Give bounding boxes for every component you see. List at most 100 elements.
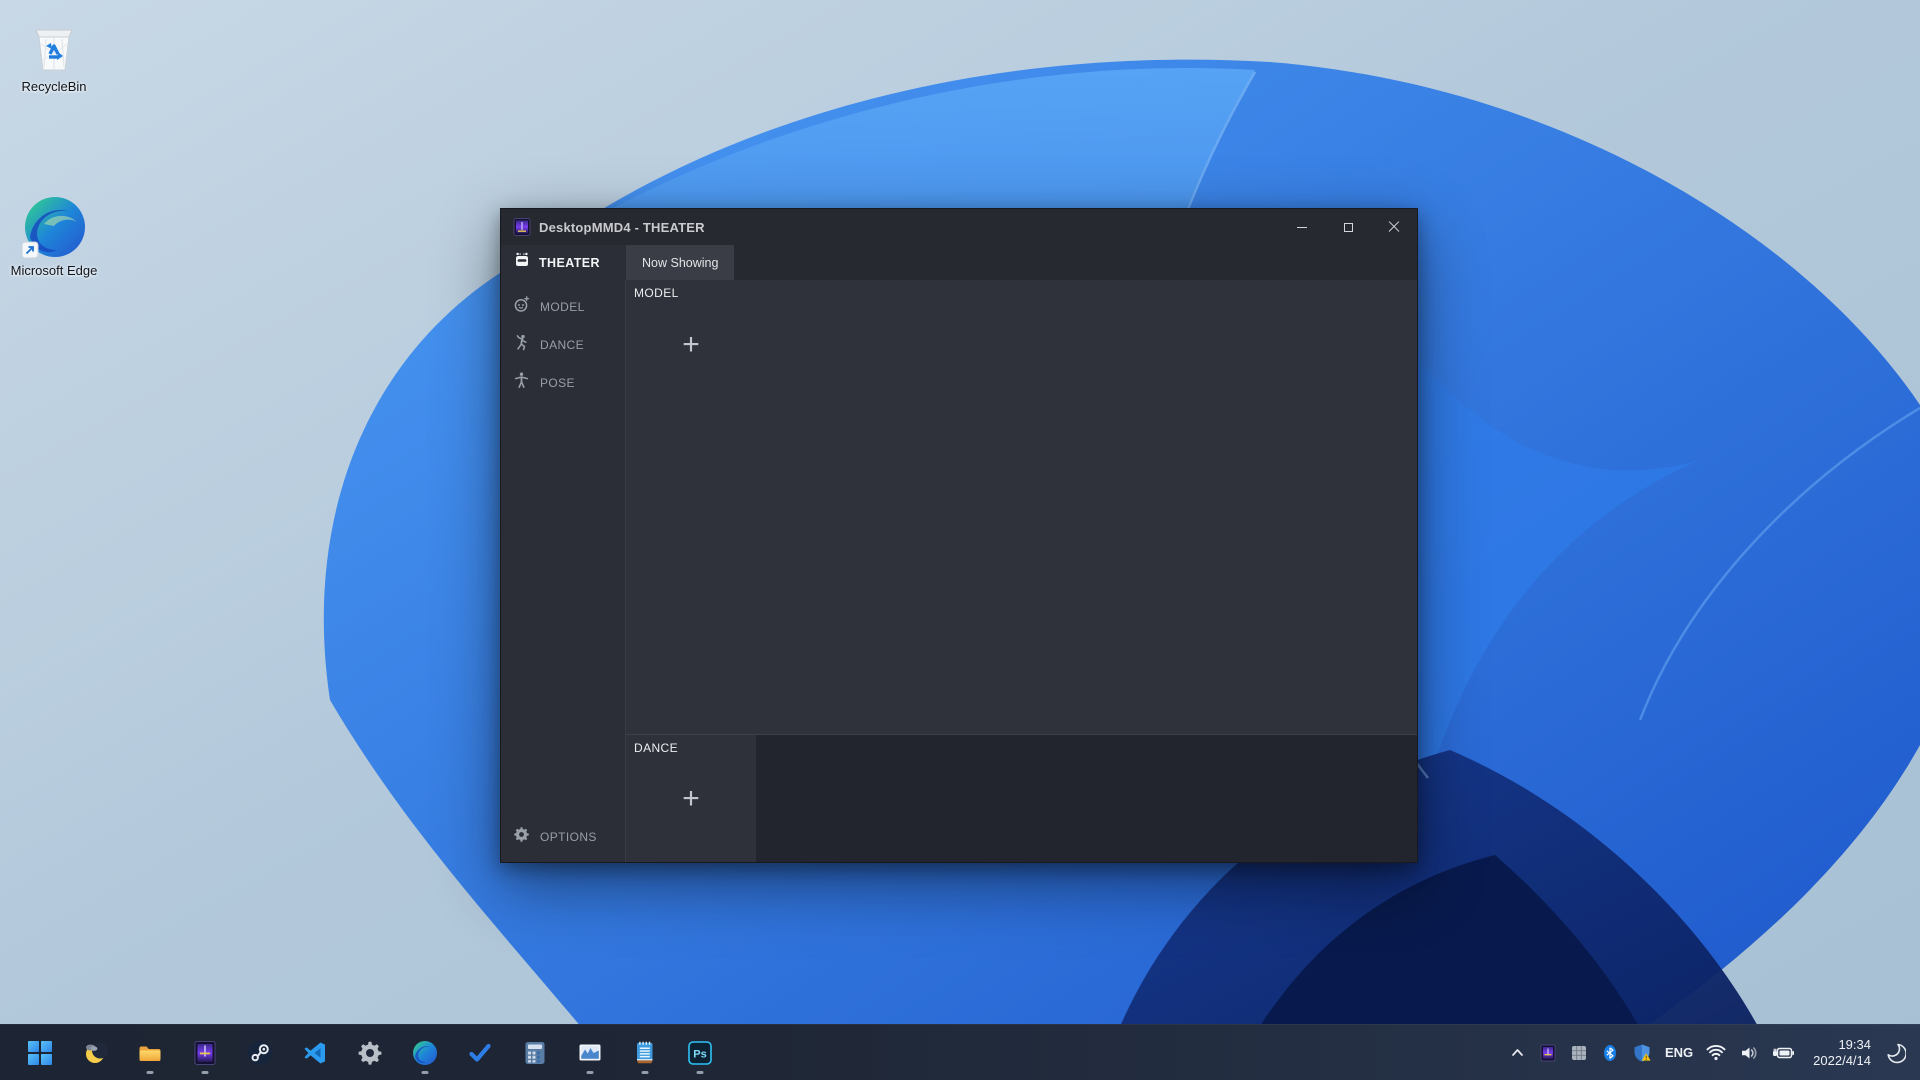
minimize-button[interactable] xyxy=(1279,209,1325,245)
taskbar-clock[interactable]: 19:34 2022/4/14 xyxy=(1813,1037,1871,1069)
maximize-button[interactable] xyxy=(1325,209,1371,245)
desktopmmd-taskbar-button[interactable] xyxy=(183,1029,227,1077)
close-button[interactable] xyxy=(1371,209,1417,245)
minimize-icon xyxy=(1297,226,1307,228)
sidebar-item-dance[interactable]: DANCE xyxy=(501,326,625,364)
steam-icon xyxy=(248,1040,272,1065)
tray-grid-app-icon[interactable] xyxy=(1570,1044,1588,1062)
calculator-button[interactable] xyxy=(513,1029,557,1077)
sidebar-item-label: OPTIONS xyxy=(540,830,597,844)
sidebar-item-pose[interactable]: POSE xyxy=(501,364,625,402)
recycle-bin-icon xyxy=(22,12,86,76)
taskbar: Ps ENG 19:34 2022/4/14 xyxy=(0,1024,1920,1080)
theater-label: THEATER xyxy=(539,255,600,270)
sidebar-item-label: MODEL xyxy=(540,300,585,314)
vscode-icon xyxy=(304,1042,325,1063)
system-tray: ENG 19:34 2022/4/14 xyxy=(1509,1025,1920,1080)
window-tab-row: THEATER Now Showing xyxy=(501,245,1417,280)
blue-checkmark-icon xyxy=(469,1043,491,1062)
sidebar-item-label: POSE xyxy=(540,376,575,390)
tab-now-showing[interactable]: Now Showing xyxy=(626,245,735,280)
tray-bluetooth-icon[interactable] xyxy=(1601,1044,1619,1062)
desktopmmd-window: DesktopMMD4 - THEATER THEATER Now Showin… xyxy=(500,208,1418,863)
dancer-icon xyxy=(513,334,530,356)
crescent-moon-icon xyxy=(1887,1043,1906,1063)
add-model-button[interactable]: + xyxy=(626,280,756,410)
wifi-icon xyxy=(1706,1044,1726,1060)
theater-icon xyxy=(513,251,531,274)
theater-mode-header[interactable]: THEATER xyxy=(501,245,626,280)
photoshop-button[interactable]: Ps xyxy=(678,1029,722,1077)
tray-security-shield-icon[interactable] xyxy=(1632,1043,1652,1063)
gear-icon xyxy=(513,826,530,848)
dance-tile: DANCE + xyxy=(626,735,756,862)
desktopmmd-tray-icon xyxy=(1540,1044,1556,1061)
add-dance-button[interactable]: + xyxy=(626,735,756,862)
settings-button[interactable] xyxy=(348,1029,392,1077)
sidebar-item-model[interactable]: MODEL xyxy=(501,288,625,326)
desktop-icon-recycle-bin[interactable]: RecycleBin xyxy=(6,12,102,94)
tray-chevron-up[interactable] xyxy=(1509,1044,1526,1061)
sidebar-item-options[interactable]: OPTIONS xyxy=(501,818,625,856)
widgets-weather-button[interactable] xyxy=(73,1029,117,1077)
plus-icon: + xyxy=(682,328,700,361)
window-sidebar: MODEL DANCE POSE OPTIONS xyxy=(501,280,626,862)
desktop-icon-label: RecycleBin xyxy=(21,79,87,94)
plus-icon: + xyxy=(682,781,700,815)
svg-text:Ps: Ps xyxy=(693,1048,706,1060)
window-titlebar[interactable]: DesktopMMD4 - THEATER xyxy=(501,209,1417,245)
maximize-icon xyxy=(1343,222,1353,232)
steam-button[interactable] xyxy=(238,1029,282,1077)
desktop-screen: RecycleBin Microsoft Edge DesktopMMD4 - … xyxy=(0,0,1920,1080)
language-indicator[interactable]: ENG xyxy=(1665,1045,1693,1060)
desktop-icon-label: Microsoft Edge xyxy=(10,263,98,278)
speaker-icon xyxy=(1742,1046,1757,1059)
photos-button[interactable] xyxy=(568,1029,612,1077)
battery-charging-icon xyxy=(1773,1047,1795,1058)
focus-assist-moon[interactable] xyxy=(1884,1042,1906,1064)
edge-taskbar-button[interactable] xyxy=(403,1029,447,1077)
notepad-button[interactable] xyxy=(623,1029,667,1077)
chevron-up-icon xyxy=(1512,1049,1523,1056)
edge-logo-icon xyxy=(21,196,86,260)
sidebar-item-label: DANCE xyxy=(540,338,585,352)
edge-icon xyxy=(413,1040,437,1065)
tray-wifi-icon[interactable] xyxy=(1706,1043,1726,1063)
dance-panel: DANCE + xyxy=(626,734,1417,862)
running-indicator xyxy=(641,1070,649,1074)
clock-time: 19:34 xyxy=(1838,1036,1871,1052)
window-title: DesktopMMD4 - THEATER xyxy=(539,219,705,235)
file-explorer-icon xyxy=(139,1046,161,1061)
bluetooth-icon xyxy=(1603,1044,1616,1061)
running-indicator xyxy=(696,1070,704,1074)
desktop-icon-microsoft-edge[interactable]: Microsoft Edge xyxy=(6,196,102,278)
windows-start-icon xyxy=(28,1040,52,1065)
running-indicator xyxy=(586,1070,594,1074)
settings-gear-icon xyxy=(358,1041,382,1065)
running-indicator xyxy=(421,1070,429,1074)
tray-volume-icon[interactable] xyxy=(1739,1043,1759,1063)
model-face-icon xyxy=(513,296,530,318)
start-button[interactable] xyxy=(18,1029,62,1077)
tray-desktopmmd-icon[interactable] xyxy=(1539,1044,1557,1062)
desktopmmd-app-icon xyxy=(513,218,531,236)
tray-battery-icon[interactable] xyxy=(1772,1043,1796,1063)
clock-date: 2022/4/14 xyxy=(1813,1052,1871,1068)
file-explorer-button[interactable] xyxy=(128,1029,172,1077)
vscode-button[interactable] xyxy=(293,1029,337,1077)
todo-app-button[interactable] xyxy=(458,1029,502,1077)
running-indicator xyxy=(146,1070,154,1074)
weather-moon-icon xyxy=(85,1042,108,1063)
grid-app-icon xyxy=(1571,1045,1586,1060)
close-icon xyxy=(1388,221,1400,233)
tab-label: Now Showing xyxy=(642,255,719,270)
window-controls xyxy=(1279,209,1417,245)
taskbar-app-icons: Ps xyxy=(0,1025,733,1080)
photoshop-icon: Ps xyxy=(688,1040,712,1065)
model-panel: MODEL + xyxy=(626,280,1417,734)
photos-icon xyxy=(579,1044,601,1060)
notepad-icon xyxy=(637,1041,653,1063)
pose-figure-icon xyxy=(513,372,530,394)
running-indicator xyxy=(201,1070,209,1074)
